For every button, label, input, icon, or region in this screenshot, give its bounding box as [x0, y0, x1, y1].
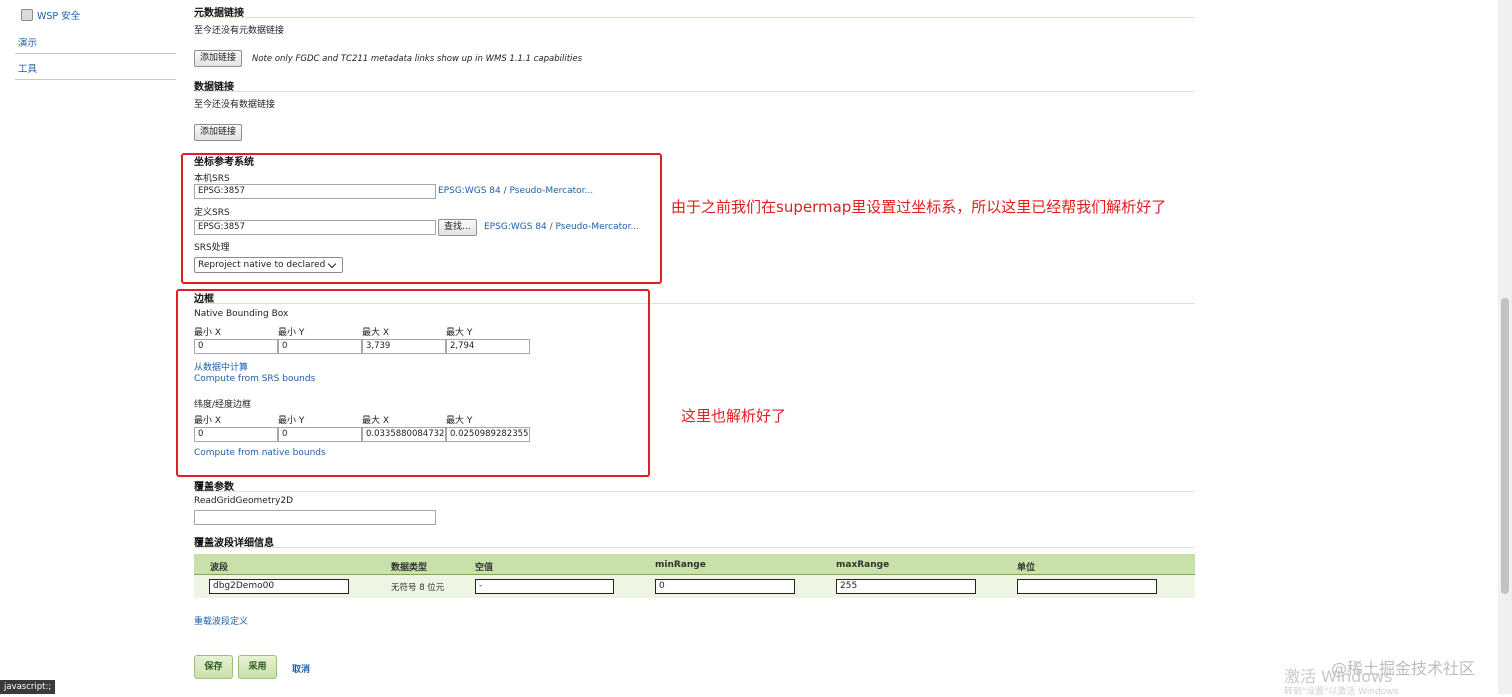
sidebar-item-demo[interactable]: 演示 — [18, 35, 37, 49]
crs-highlight-box — [181, 153, 662, 284]
bbox-annotation: 这里也解析好了 — [681, 407, 787, 425]
sidebar-divider — [15, 79, 176, 80]
sidebar-item-wsp-security[interactable]: WSP 安全 — [21, 8, 80, 22]
read-grid-geometry-label: ReadGridGeometry2D — [194, 496, 294, 506]
col-max-range: maxRange — [836, 560, 890, 570]
band-data-type: 无符号 8 位元 — [391, 583, 445, 593]
min-range-input[interactable]: 0 — [655, 579, 795, 594]
metadata-links-note: Note only FGDC and TC211 metadata links … — [252, 54, 583, 64]
sidebar-item-tools[interactable]: 工具 — [18, 61, 37, 75]
unit-input[interactable] — [1017, 579, 1157, 594]
add-metadata-link-button[interactable]: 添加链接 — [194, 50, 243, 67]
sidebar-item-label: WSP 安全 — [37, 11, 81, 22]
sidebar: WSP 安全 演示 工具 — [0, 0, 180, 694]
section-rule — [194, 547, 1195, 548]
bbox-highlight-box — [176, 289, 650, 477]
read-grid-geometry-input[interactable] — [194, 510, 436, 525]
browser-status-bar: javascript:; — [0, 680, 56, 694]
crs-annotation: 由于之前我们在supermap里设置过坐标系，所以这里已经帮我们解析好了 — [671, 198, 1167, 216]
band-name-input[interactable]: dbg2Demo00 — [209, 579, 349, 594]
windows-activation-subtext: 转到"设置"以激活 Windows — [1284, 687, 1399, 697]
security-icon — [21, 9, 33, 21]
cancel-link[interactable]: 取消 — [292, 662, 310, 675]
sidebar-divider — [15, 53, 176, 54]
col-null-value: 空值 — [475, 563, 494, 573]
section-rule — [194, 91, 1195, 92]
col-unit: 单位 — [1017, 563, 1036, 573]
col-band: 波段 — [210, 563, 229, 573]
reload-band-definition-link[interactable]: 重载波段定义 — [194, 614, 248, 627]
section-rule — [194, 17, 1195, 18]
apply-button[interactable]: 采用 — [238, 655, 277, 679]
max-range-input[interactable]: 255 — [836, 579, 976, 594]
col-data-type: 数据类型 — [391, 563, 428, 573]
null-value-input[interactable]: - — [475, 579, 614, 594]
col-min-range: minRange — [655, 560, 706, 570]
section-rule — [194, 491, 1195, 492]
save-button[interactable]: 保存 — [194, 655, 233, 679]
metadata-links-empty: 至今还没有元数据链接 — [194, 26, 285, 36]
data-links-empty: 至今还没有数据链接 — [194, 100, 276, 110]
scrollbar-thumb[interactable] — [1501, 298, 1509, 594]
add-data-link-button[interactable]: 添加链接 — [194, 124, 243, 141]
juejin-watermark: @稀土掘金技术社区 — [1331, 659, 1476, 678]
